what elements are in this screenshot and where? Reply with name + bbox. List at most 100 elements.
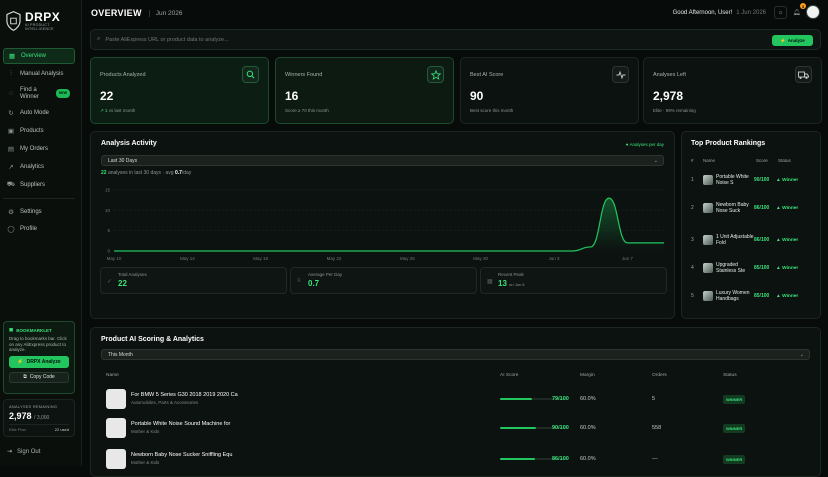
chart-icon: ⫶: [10, 69, 12, 77]
box-icon: ▣: [7, 128, 15, 136]
table-row[interactable]: For BMW 5 Series G30 2018 2019 2020 Ca A…: [106, 387, 810, 411]
sidebar-item-label: Analytics: [20, 163, 45, 170]
product-category: Automobiles, Parts & Accessories: [131, 400, 199, 405]
ranking-row[interactable]: 3 1 Unit Adjustable Fold 86/100 ▲ Winner: [691, 226, 815, 254]
sidebar-item-overview[interactable]: ▦ Overview: [3, 48, 75, 64]
star-icon: [427, 66, 444, 83]
product-image: [106, 418, 126, 438]
grid-icon: ▦: [8, 53, 16, 60]
table-row[interactable]: Portable White Noise Sound Machine for M…: [106, 416, 810, 440]
sidebar-item-auto-mode[interactable]: ↻ Auto Mode: [3, 105, 75, 121]
top-product-rankings-panel: Top Product Rankings # Name Score Status…: [681, 131, 821, 319]
score-bar-fill: [500, 427, 537, 429]
ranking-row[interactable]: 2 Newborn Baby Nose Suck 86/100 ▲ Winner: [691, 194, 815, 222]
page-date: Jun 2026: [148, 9, 183, 17]
sidebar-item-label: My Orders: [20, 145, 49, 152]
mini-stat-recent-peak: ▦ Recent Peak 13 on Jun 6: [480, 267, 667, 294]
product-thumbnail: [703, 175, 713, 185]
bolt-icon: ⚡: [17, 358, 24, 365]
product-name: Luxury Women Handbags: [716, 289, 750, 303]
score-bar-fill: [500, 458, 535, 460]
mini-stat-unit: on Jun 6: [509, 282, 525, 287]
rankings-title: Top Product Rankings: [691, 140, 766, 147]
y-tick-label: 5: [107, 228, 110, 233]
rank-number: 2: [691, 205, 694, 211]
status-badge: WINNER: [723, 395, 746, 404]
x-tick-label: May 30: [473, 256, 488, 261]
series-area: [114, 198, 664, 251]
rank-number: 3: [691, 237, 694, 243]
sidebar: DRPX AI PRODUCT INTELLIGENCE ▦ Overview …: [0, 0, 82, 466]
analyses-remaining-panel: ANALYSES REMAINING 2,978 / 3,000 Elite P…: [3, 399, 75, 437]
sidebar-item-analytics[interactable]: ↗ Analytics: [3, 159, 75, 175]
user-icon: ◯: [7, 226, 15, 234]
product-score: 86/100: [754, 237, 770, 243]
analyze-input[interactable]: [105, 36, 706, 43]
y-tick-label: 15: [105, 188, 111, 193]
activity-average-unit: /day: [181, 170, 192, 176]
activity-range-select[interactable]: Last 30 Days ⌄: [101, 155, 664, 166]
drpx-analyze-bookmarklet[interactable]: ⚡ DRPX Analyze: [9, 355, 69, 368]
activity-line-chart: 0 5 10 15 May 10 May 14 May 18 May 22 May 26 May …: [105, 188, 664, 261]
sidebar-item-settings[interactable]: ⚙ Settings: [3, 204, 75, 220]
stat-card-analyses-left: Analyses Left 2,978 Elite · 99% remainin…: [643, 57, 822, 124]
sidebar-item-find-a-winner[interactable]: ◌ Find a Winner NEW: [3, 84, 75, 104]
chart-legend: ● Analyses per day: [625, 142, 664, 147]
ranking-row[interactable]: 1 Portable White Noise S 90/100 ▲ Winner: [691, 166, 815, 194]
sign-out-button[interactable]: ⇥ Sign Out: [7, 448, 40, 456]
product-thumbnail: [703, 291, 713, 301]
activity-average: 0.7: [174, 170, 182, 176]
status-badge: ▲ Winner: [776, 265, 799, 271]
ranking-row[interactable]: 4 Upgraded Stainless Ste 85/100 ▲ Winner: [691, 254, 815, 282]
stat-label: Winners Found: [285, 72, 323, 78]
stat-value: 90: [470, 89, 484, 103]
stat-card-winners-found: Winners Found 16 Score ≥ 70 this month: [275, 57, 454, 124]
product-score: 90/100: [552, 425, 569, 431]
sidebar-item-suppliers[interactable]: ⛟ Suppliers: [3, 177, 75, 193]
product-margin: 60.0%: [580, 456, 596, 462]
copy-code-button[interactable]: ⧉ Copy Code: [9, 371, 69, 383]
product-name: Upgraded Stainless Ste: [716, 261, 746, 275]
stat-value: 2,978: [653, 89, 684, 103]
stat-sub: vs last month: [107, 108, 136, 113]
mini-stat-average-per-day: ≡ Average Per Day 0.7: [290, 267, 477, 294]
x-tick-label: May 22: [327, 256, 342, 261]
product-orders: —: [652, 456, 658, 462]
ranking-row[interactable]: 5 Luxury Women Handbags 85/100 ▲ Winner: [691, 282, 815, 310]
table-row[interactable]: Newborn Baby Nose Sucker Sniffling Equ M…: [106, 447, 810, 471]
x-tick-label: May 10: [107, 256, 122, 261]
score-bar-fill: [500, 398, 532, 400]
stat-card-products-analyzed: Products Analyzed 22 ↗ 1 vs last month: [90, 57, 269, 124]
scoring-range-select[interactable]: This Month ⌄: [101, 349, 810, 360]
brand-name: DRPX: [24, 9, 61, 24]
analyze-button[interactable]: ⚡ Analyze: [772, 35, 813, 46]
sidebar-item-label: Find a Winner: [20, 86, 40, 100]
sidebar-nav: ▦ Overview ⫶ Manual Analysis ◌ Find a Wi…: [3, 48, 75, 239]
sign-out-icon: ⇥: [7, 449, 13, 455]
rank-col-header: #: [691, 158, 694, 163]
analyses-remaining-label: ANALYSES REMAINING: [9, 404, 58, 409]
sidebar-item-label: Products: [20, 128, 44, 135]
sidebar-item-my-orders[interactable]: ▤ My Orders: [3, 141, 75, 157]
activity-count-text: analyses in last 30 days · avg: [106, 170, 175, 176]
theme-toggle-button[interactable]: ☼: [774, 6, 787, 19]
status-badge: ▲ Winner: [776, 205, 799, 211]
brand-logo[interactable]: DRPX AI PRODUCT INTELLIGENCE: [6, 6, 76, 36]
bookmarklet-title: BOOKMARKLET: [16, 327, 52, 333]
sidebar-item-profile[interactable]: ◯ Profile: [3, 221, 75, 237]
mini-stat-total-analyses: ✓ Total Analyses 22: [100, 267, 287, 294]
rank-number: 4: [691, 265, 694, 271]
mini-stat-label: Recent Peak: [498, 272, 524, 277]
status-badge: WINNER: [723, 455, 746, 464]
product-image: [106, 449, 126, 469]
sidebar-item-products[interactable]: ▣ Products: [3, 123, 75, 139]
notifications-button[interactable]: 🔔︎ 3: [790, 3, 806, 19]
rank-number: 1: [691, 177, 694, 183]
chevron-down-icon: ⌄: [653, 158, 658, 164]
sidebar-item-manual-analysis[interactable]: ⫶ Manual Analysis: [3, 66, 75, 82]
truck-icon: [795, 66, 812, 83]
stat-sub: Score ≥ 70 this month: [285, 108, 329, 113]
scoring-title: Product AI Scoring & Analytics: [101, 336, 204, 343]
avatar[interactable]: [806, 5, 820, 19]
product-score: 86/100: [552, 456, 569, 462]
